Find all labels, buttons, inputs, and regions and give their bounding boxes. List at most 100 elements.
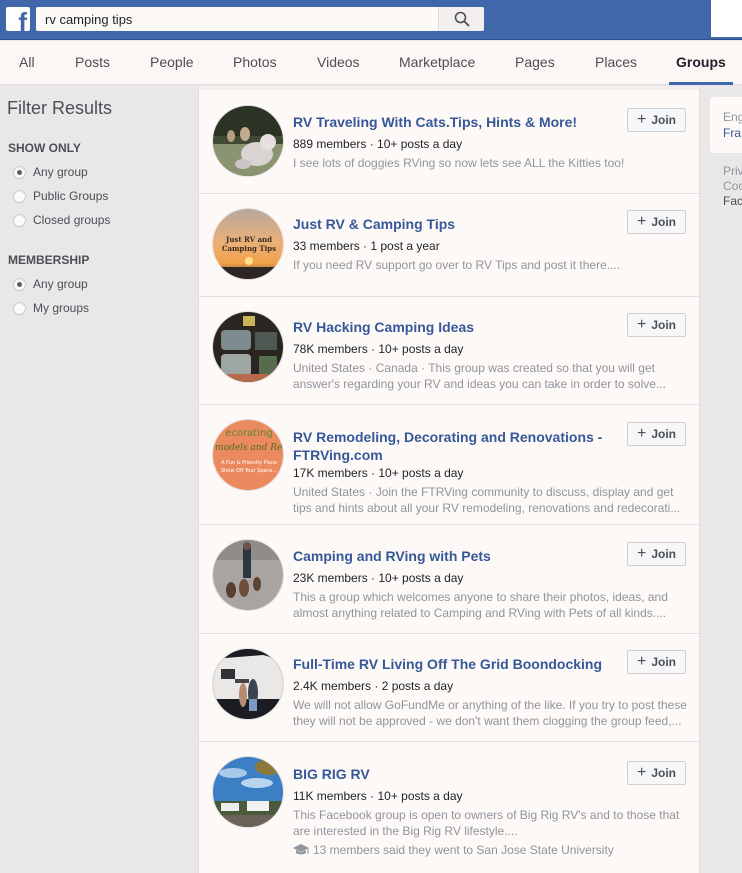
rv-trailer-couple-photo <box>213 649 283 719</box>
footer-link-privacy[interactable]: Priv <box>723 164 742 178</box>
join-button[interactable]: + Join <box>627 210 686 234</box>
tab-all[interactable]: All <box>19 41 35 85</box>
facebook-logo-icon[interactable]: f <box>6 7 30 31</box>
join-button[interactable]: + Join <box>627 108 686 132</box>
group-title-link[interactable]: Full-Time RV Living Off The Grid Boondoc… <box>293 655 618 673</box>
tab-groups[interactable]: Groups <box>669 41 733 85</box>
topbar-right-panel <box>711 0 742 37</box>
group-description: If you need RV support go over to RV Tip… <box>293 258 621 272</box>
group-description: We will not allow GoFundMe or anything o… <box>293 698 687 728</box>
join-label: Join <box>651 215 676 229</box>
group-result: Full-Time RV Living Off The Grid Boondoc… <box>199 634 699 742</box>
join-button[interactable]: + Join <box>627 761 686 785</box>
plus-icon: + <box>636 653 647 670</box>
group-result: RV Hacking Camping Ideas 78K members · 1… <box>199 297 699 405</box>
search-input[interactable] <box>36 7 432 31</box>
tab-photos[interactable]: Photos <box>233 41 277 85</box>
join-button[interactable]: + Join <box>627 542 686 566</box>
language-link[interactable]: Fra <box>723 126 741 140</box>
radio-unchecked[interactable] <box>13 189 26 203</box>
join-button[interactable]: + Join <box>627 422 686 446</box>
show-only-public-groups-option[interactable]: Public Groups <box>13 189 108 203</box>
join-label: Join <box>651 547 676 561</box>
svg-text:Show Off Your Space...: Show Off Your Space... <box>221 468 278 474</box>
search-box <box>36 7 484 31</box>
group-result: RV Traveling With Cats.Tips, Hints & Mor… <box>199 90 699 194</box>
group-avatar[interactable] <box>212 648 284 720</box>
group-description: This a group which welcomes anyone to sh… <box>293 590 668 620</box>
join-button[interactable]: + Join <box>627 650 686 674</box>
group-avatar[interactable]: ecorating emodels and Ren A Fun & Friend… <box>212 419 284 491</box>
join-label: Join <box>651 766 676 780</box>
radio-label: Any group <box>33 165 88 179</box>
graduation-cap-icon <box>293 844 309 855</box>
filter-sidebar: Filter Results SHOW ONLY Any group Publi… <box>0 86 198 873</box>
tab-marketplace[interactable]: Marketplace <box>399 41 475 85</box>
tab-people[interactable]: People <box>150 41 194 85</box>
current-language: Eng <box>723 110 742 124</box>
mutual-school-info: 13 members said they went to San Jose St… <box>293 843 614 857</box>
group-description: United States · Join the FTRVing communi… <box>293 485 681 515</box>
group-meta: 17K members · 10+ posts a day <box>293 466 464 480</box>
right-column: Eng Fra Priv Coo Fac <box>700 86 742 873</box>
group-result: ecorating emodels and Ren A Fun & Friend… <box>199 405 699 525</box>
plus-icon: + <box>636 764 647 781</box>
radio-label: Any group <box>33 277 88 291</box>
group-title-link[interactable]: BIG RIG RV <box>293 765 618 783</box>
show-only-any-group-option[interactable]: Any group <box>13 165 88 179</box>
footer-link-cookies[interactable]: Coo <box>723 179 742 193</box>
join-label: Join <box>651 318 676 332</box>
group-result: Camping and RVing with Pets 23K members … <box>199 525 699 634</box>
group-avatar[interactable]: Just RV and Camping Tips <box>212 208 284 280</box>
group-meta: 23K members · 10+ posts a day <box>293 571 464 585</box>
group-title-link[interactable]: RV Hacking Camping Ideas <box>293 318 618 336</box>
group-meta: 11K members · 10+ posts a day <box>293 789 463 803</box>
radio-checked[interactable] <box>13 277 26 291</box>
decorating-logo-image: ecorating emodels and Ren A Fun & Friend… <box>213 420 283 490</box>
sunset-photo: Just RV and Camping Tips <box>213 209 283 279</box>
membership-heading: MEMBERSHIP <box>8 253 90 267</box>
group-avatar[interactable] <box>212 105 284 177</box>
radio-unchecked[interactable] <box>13 301 26 315</box>
tab-videos[interactable]: Videos <box>317 41 360 85</box>
group-title-link[interactable]: Just RV & Camping Tips <box>293 215 618 233</box>
join-label: Join <box>651 113 676 127</box>
group-meta: 889 members · 10+ posts a day <box>293 137 463 151</box>
group-avatar[interactable] <box>212 756 284 828</box>
plus-icon: + <box>636 111 647 128</box>
mutual-school-text: 13 members said they went to San Jose St… <box>313 843 614 857</box>
group-avatar[interactable] <box>212 539 284 611</box>
radio-label: My groups <box>33 301 90 315</box>
svg-text:A Fun & Friendly Place: A Fun & Friendly Place <box>221 460 277 466</box>
join-label: Join <box>651 427 676 441</box>
radio-unchecked[interactable] <box>13 213 26 227</box>
tab-places[interactable]: Places <box>595 41 637 85</box>
language-card: Eng Fra <box>710 97 742 153</box>
show-only-heading: SHOW ONLY <box>8 141 81 155</box>
group-results-list: RV Traveling With Cats.Tips, Hints & Mor… <box>198 86 700 873</box>
radio-checked[interactable] <box>13 165 26 179</box>
join-button[interactable]: + Join <box>627 313 686 337</box>
plus-icon: + <box>636 316 647 333</box>
group-title-link[interactable]: RV Traveling With Cats.Tips, Hints & Mor… <box>293 113 618 131</box>
group-meta: 78K members · 10+ posts a day <box>293 342 464 356</box>
plus-icon: + <box>636 213 647 230</box>
tab-posts[interactable]: Posts <box>75 41 110 85</box>
group-avatar[interactable] <box>212 311 284 383</box>
plus-icon: + <box>636 425 647 442</box>
svg-text:ecorating: ecorating <box>225 428 272 439</box>
top-navigation-bar: f <box>0 0 742 40</box>
svg-text:Just RV and: Just RV and <box>225 235 272 244</box>
search-icon <box>454 11 469 27</box>
storage-cans-photo <box>213 312 283 382</box>
membership-my-groups-option[interactable]: My groups <box>13 301 89 315</box>
membership-any-group-option[interactable]: Any group <box>13 277 88 291</box>
group-description: I see lots of doggies RVing so now lets … <box>293 156 625 170</box>
show-only-closed-groups-option[interactable]: Closed groups <box>13 213 110 227</box>
person-with-dogs-photo <box>213 540 283 610</box>
group-title-link[interactable]: RV Remodeling, Decorating and Renovation… <box>293 428 618 464</box>
search-button[interactable] <box>438 7 484 31</box>
tab-pages[interactable]: Pages <box>515 41 555 85</box>
cat-and-deer-photo <box>213 106 283 176</box>
group-title-link[interactable]: Camping and RVing with Pets <box>293 547 618 565</box>
